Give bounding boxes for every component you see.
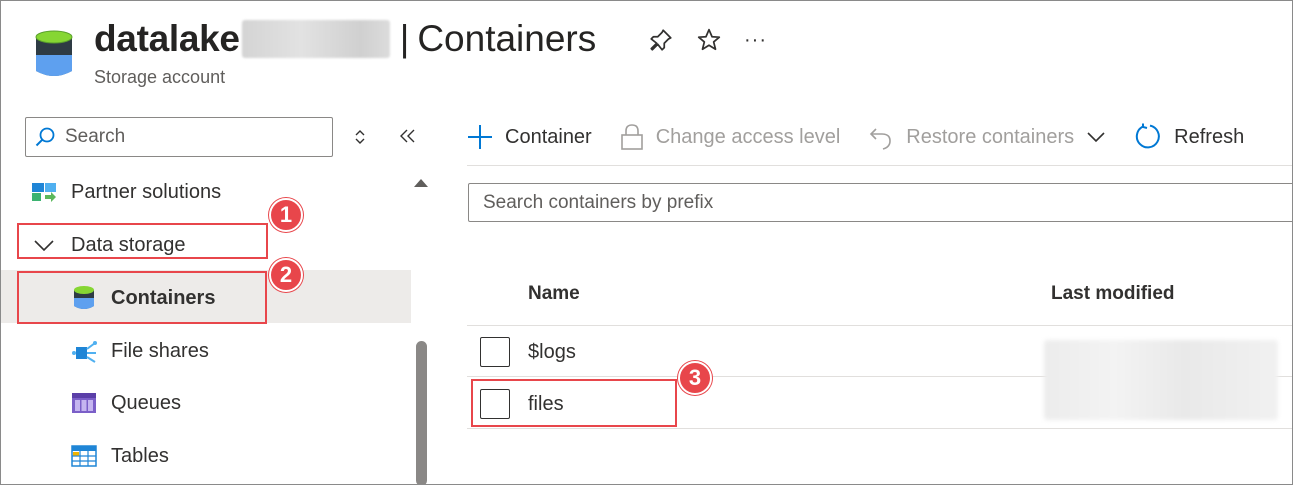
resource-name: datalake — [94, 18, 240, 59]
scrollbar-thumb[interactable] — [416, 341, 427, 484]
redacted-name-part — [241, 20, 390, 58]
title-separator: | — [399, 18, 410, 59]
add-container-button[interactable]: Container — [467, 124, 592, 150]
expand-collapse-sort-icon[interactable] — [353, 129, 367, 150]
plus-icon — [467, 124, 493, 150]
callout-box-data-storage — [17, 223, 268, 259]
lock-icon — [620, 123, 644, 151]
restore-containers-label: Restore containers — [906, 125, 1075, 148]
storage-account-icon — [34, 29, 74, 79]
row-divider — [467, 428, 1292, 429]
add-container-label: Container — [505, 125, 592, 148]
pin-icon[interactable] — [648, 27, 674, 53]
container-prefix-search-input[interactable]: Search containers by prefix — [468, 183, 1292, 222]
chevron-down-icon[interactable] — [1086, 131, 1106, 143]
undo-icon — [868, 123, 894, 151]
callout-box-files — [471, 379, 677, 427]
menu-item-tables[interactable]: Tables — [71, 443, 169, 469]
callout-box-containers — [17, 271, 267, 324]
callout-badge-1: 1 — [269, 198, 303, 232]
header-divider — [467, 325, 1292, 326]
container-name-logs[interactable]: $logs — [528, 341, 576, 364]
page-subtitle: Storage account — [94, 67, 226, 87]
page-name: Containers — [417, 18, 597, 59]
portal-frame: datalake | Containers ··· Storage accoun… — [0, 0, 1293, 485]
container-search-placeholder: Search containers by prefix — [483, 191, 714, 213]
search-icon — [34, 126, 56, 148]
column-header-name[interactable]: Name — [528, 283, 580, 305]
scroll-up-arrow-icon[interactable] — [414, 179, 428, 187]
column-header-last-modified[interactable]: Last modified — [1051, 283, 1175, 305]
menu-item-queues[interactable]: Queues — [71, 390, 181, 416]
refresh-button[interactable]: Refresh — [1134, 123, 1244, 151]
redacted-last-modified-values — [1044, 340, 1278, 420]
file-share-icon — [71, 338, 97, 364]
page-header: datalake | Containers ··· Storage accoun… — [1, 1, 1292, 101]
change-access-level-label: Change access level — [655, 125, 841, 148]
toolbar-divider — [467, 165, 1292, 166]
menu-item-label: Queues — [111, 391, 182, 414]
change-access-level-button[interactable]: Change access level — [620, 123, 841, 151]
menu-item-label: Tables — [111, 444, 169, 467]
refresh-label: Refresh — [1174, 125, 1245, 148]
menu-search-placeholder: Search — [65, 126, 126, 147]
row-checkbox-logs[interactable] — [480, 337, 510, 367]
table-icon — [71, 443, 97, 469]
partner-solutions-icon — [31, 179, 57, 205]
favorite-star-icon[interactable] — [696, 27, 722, 53]
menu-item-label: File shares — [111, 339, 209, 362]
command-bar: Container Change access level Restore co… — [467, 113, 1244, 161]
more-options-icon[interactable]: ··· — [744, 29, 767, 52]
menu-search-input[interactable]: Search — [25, 117, 333, 157]
queue-icon — [71, 390, 97, 416]
restore-containers-button[interactable]: Restore containers — [868, 123, 1106, 151]
callout-badge-3: 3 — [678, 361, 712, 395]
refresh-icon — [1134, 123, 1162, 151]
menu-item-partner-solutions[interactable]: Partner solutions — [31, 179, 221, 205]
menu-item-label: Partner solutions — [71, 180, 222, 203]
callout-badge-2: 2 — [269, 258, 303, 292]
header-actions: ··· — [648, 27, 767, 53]
menu-item-file-shares[interactable]: File shares — [71, 338, 209, 364]
collapse-menu-icon[interactable] — [399, 128, 417, 149]
page-title: datalake | Containers — [94, 15, 596, 63]
